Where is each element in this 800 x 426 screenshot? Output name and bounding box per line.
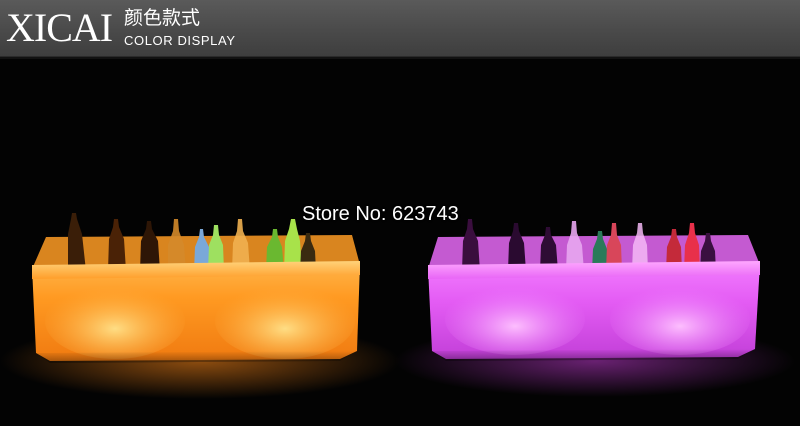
purple-ice-bucket	[428, 219, 760, 361]
product-photo-svg	[0, 213, 795, 399]
store-number-watermark: Store No: 623743	[302, 203, 459, 225]
orange-ice-bucket	[32, 213, 360, 363]
brand-logo: XICAI	[6, 5, 113, 50]
header-banner: XICAI 颜色款式 COLOR DISPLAY	[0, 0, 800, 57]
title-english: COLOR DISPLAY	[124, 33, 236, 48]
product-photo	[0, 59, 800, 426]
page: XICAI 颜色款式 COLOR DISPLAY Store No: 62374…	[0, 0, 800, 426]
title-chinese: 颜色款式	[124, 7, 201, 29]
